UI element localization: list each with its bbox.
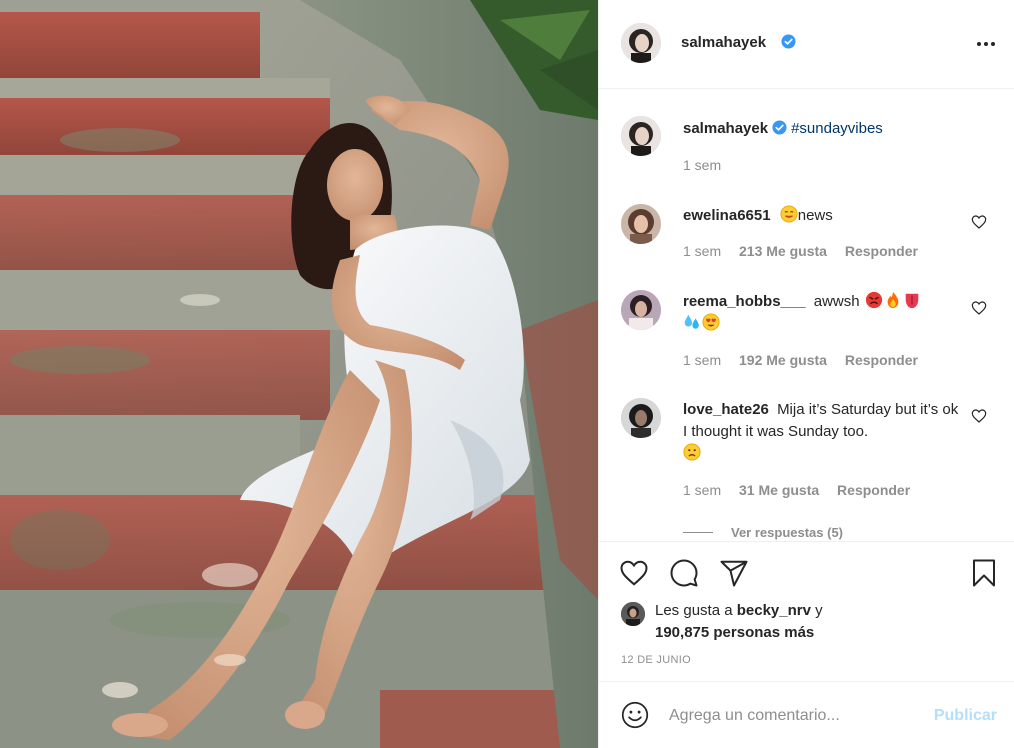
comment-text: reema_hobbs___ awwsh [683,291,963,335]
comment-time[interactable]: 1 sem [683,352,721,368]
instagram-post: salmahayek salmahayek #sundayvibes 1 sem… [0,0,1014,748]
comment-likes[interactable]: 31 Me gusta [739,482,819,498]
comment-like-heart-icon[interactable] [971,300,987,316]
comment-composer: Publicar [599,681,1014,748]
likes-connector: y [815,602,823,619]
caption-author-avatar[interactable] [621,116,661,156]
comment-icon[interactable] [669,558,699,588]
publish-button[interactable]: Publicar [934,707,997,725]
comment-text: ewelina6651 news [683,205,963,227]
commenter-avatar[interactable] [621,290,661,330]
author-username[interactable]: salmahayek [681,34,766,51]
comment-username[interactable]: love_hate26 [683,401,769,418]
post-header: salmahayek [599,0,1014,89]
caption-hashtag[interactable]: #sundayvibes [791,120,883,137]
angry-face-emoji [865,291,882,309]
post-photo[interactable] [0,0,598,748]
bookmark-icon[interactable] [969,558,999,588]
view-replies-link[interactable]: Ver respuestas (5) [683,525,843,540]
fire-emoji [887,291,899,309]
caption-username[interactable]: salmahayek [683,120,768,137]
reply-button[interactable]: Responder [845,352,918,368]
commenter-avatar[interactable] [621,398,661,438]
comment-text: love_hate26 Mija it’s Saturday but it’s … [683,399,963,465]
heart-icon[interactable] [619,558,649,588]
comment-likes[interactable]: 213 Me gusta [739,243,827,259]
reply-button[interactable]: Responder [837,482,910,498]
comment-like-heart-icon[interactable] [971,214,987,230]
heart-eyes-emoji [702,313,720,331]
liker-username[interactable]: becky_nrv [737,602,811,619]
sad-face-emoji [683,443,701,461]
comment-meta: 1 sem 213 Me gusta Responder [683,243,932,259]
replies-divider-line [683,532,713,533]
comment-input[interactable] [669,704,919,728]
post-actions: Les gusta a becky_nrv y 190,875 personas… [599,541,1014,681]
more-options-icon[interactable] [975,36,997,52]
tongue-emoji [905,293,919,309]
comment-time[interactable]: 1 sem [683,243,721,259]
comment-meta: 1 sem 192 Me gusta Responder [683,352,932,368]
view-replies-label: Ver respuestas (5) [731,525,844,540]
comment-body: news [797,207,833,224]
commenter-avatar[interactable] [621,204,661,244]
caption-meta: 1 sem [683,157,735,173]
reply-button[interactable]: Responder [845,243,918,259]
caption-text: salmahayek #sundayvibes [683,118,963,140]
comment-likes[interactable]: 192 Me gusta [739,352,827,368]
verified-badge-icon [777,34,796,50]
likes-prefix: Les gusta a [655,602,733,619]
comment-body: awwsh [813,293,860,310]
comment-time[interactable]: 1 sem [683,482,721,498]
smiling-face-emoji [780,205,798,223]
post-date[interactable]: 12 DE JUNIO [621,654,691,666]
share-icon[interactable] [719,558,749,588]
verified-badge-icon [772,120,787,135]
comment-username[interactable]: reema_hobbs___ [683,293,806,310]
likes-count[interactable]: 190,875 personas más [655,624,814,641]
comment-username[interactable]: ewelina6651 [683,207,771,224]
author-avatar[interactable] [621,23,661,63]
comment-like-heart-icon[interactable] [971,408,987,424]
comments-list[interactable]: salmahayek #sundayvibes 1 sem ewelina665… [599,90,1014,540]
sweat-droplets-emoji [684,314,699,329]
liker-avatar[interactable] [621,602,645,626]
caption-time[interactable]: 1 sem [683,157,721,173]
post-side-panel: salmahayek salmahayek #sundayvibes 1 sem… [598,0,1014,748]
likes-text: Les gusta a becky_nrv y 190,875 personas… [655,600,975,644]
emoji-icon[interactable] [621,701,649,729]
comment-meta: 1 sem 31 Me gusta Responder [683,482,924,498]
woman-on-steps-image [0,0,598,748]
